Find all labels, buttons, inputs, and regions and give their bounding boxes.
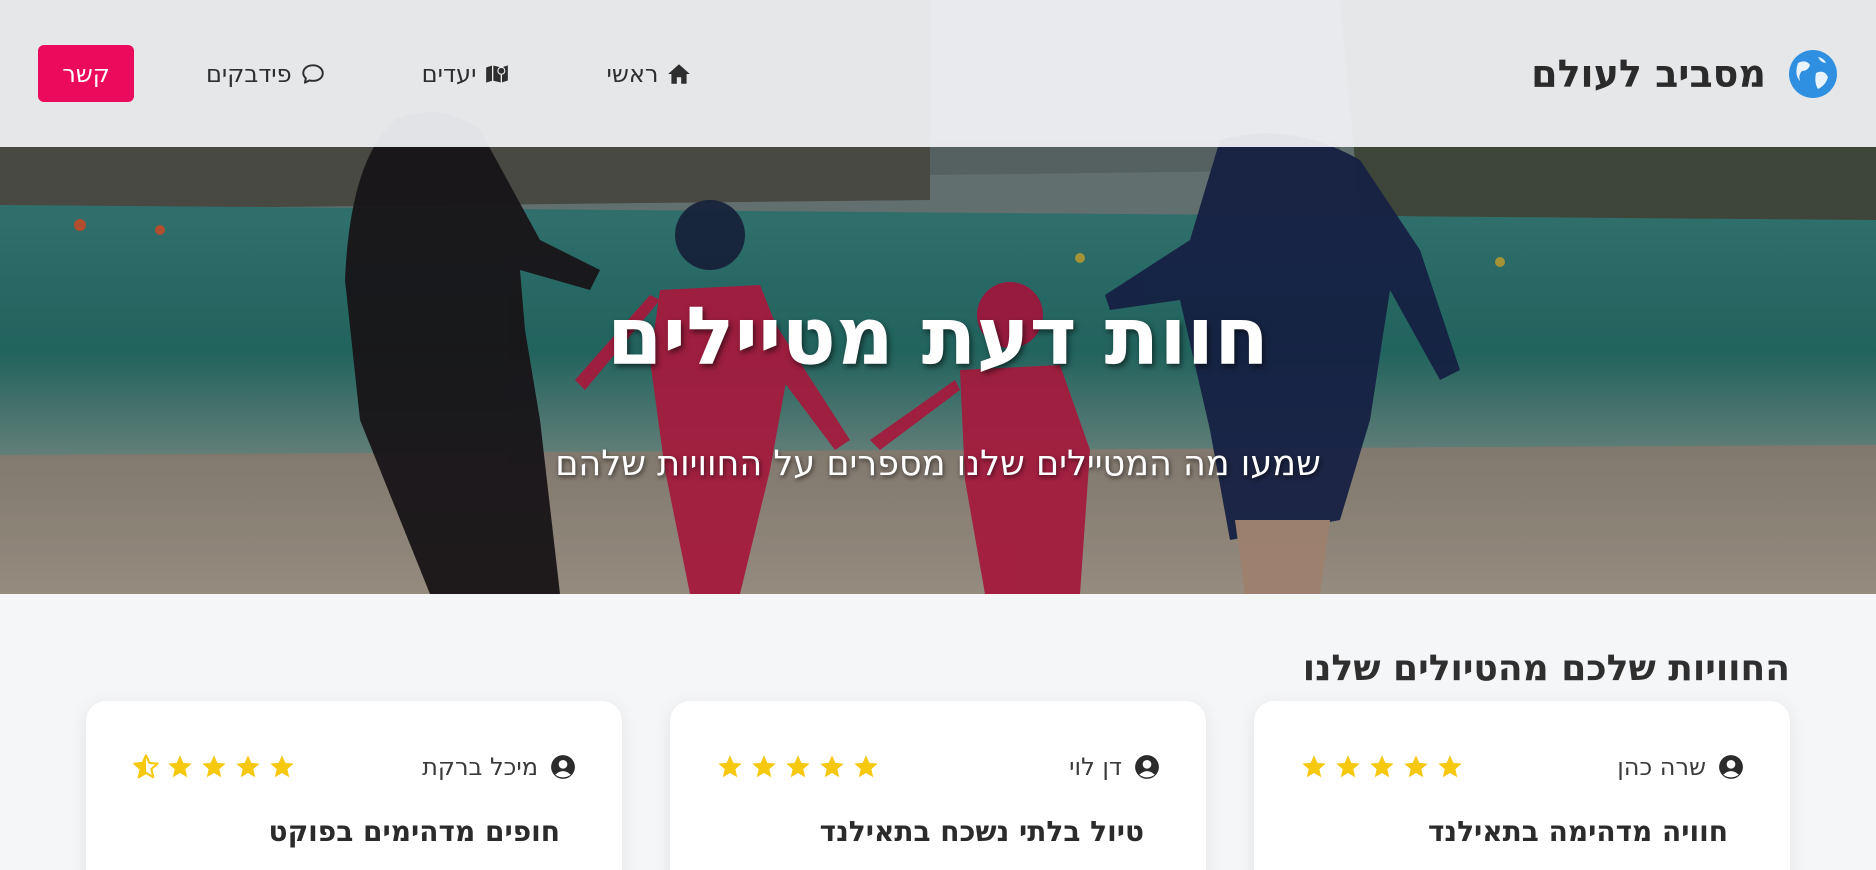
star-icon xyxy=(752,755,776,778)
star-icon xyxy=(236,755,260,778)
star-icon xyxy=(1370,755,1394,778)
star-icon xyxy=(202,755,226,778)
review-card[interactable]: מיכל ברקת חופים מדהימים בפוקט xyxy=(86,701,622,870)
home-icon xyxy=(668,63,691,84)
review-title: חופים מדהימים בפוקט xyxy=(268,815,560,848)
nav-link-home[interactable]: ראשי xyxy=(606,60,692,88)
navbar: קשר פידבקים יעדים ראשי מסביב לעולם xyxy=(0,0,1876,147)
reviews-section-title: החוויות שלכם מהטיולים שלנו xyxy=(1302,648,1790,689)
hero-title: חוות דעת מטיילים xyxy=(606,290,1270,383)
globe-icon xyxy=(1789,49,1837,98)
star-icon xyxy=(168,755,192,778)
nav-link-home-label: ראשי xyxy=(606,59,659,88)
star-icon xyxy=(854,755,878,778)
review-author: מיכל ברקת xyxy=(422,753,576,781)
star-icon xyxy=(1336,755,1360,778)
user-circle-icon xyxy=(551,755,575,779)
review-author-name: מיכל ברקת xyxy=(422,753,538,781)
brand[interactable]: מסביב לעולם xyxy=(1531,49,1838,99)
review-title: טיול בלתי נשכח בתאילנד xyxy=(819,815,1144,848)
nav-link-destinations-label: יעדים xyxy=(421,59,477,88)
review-title: חוויה מדהימה בתאילנד xyxy=(1427,815,1728,848)
star-icon xyxy=(786,755,810,778)
star-half-icon xyxy=(133,754,159,779)
star-rating xyxy=(1300,753,1464,781)
star-icon xyxy=(1404,755,1428,778)
star-icon xyxy=(1438,755,1462,778)
review-card[interactable]: שרה כהן חוויה מדהימה בתאילנד xyxy=(1254,701,1790,870)
star-rating xyxy=(716,753,880,781)
star-rating xyxy=(132,753,296,781)
review-author: דן לוי xyxy=(1069,753,1160,781)
star-icon xyxy=(1302,755,1326,778)
star-icon xyxy=(718,755,742,778)
comment-icon xyxy=(301,63,324,84)
star-icon xyxy=(820,755,844,778)
review-author-name: שרה כהן xyxy=(1617,753,1706,781)
nav-link-feedback-label: פידבקים xyxy=(206,59,292,88)
user-circle-icon xyxy=(1135,755,1159,779)
brand-name: מסביב לעולם xyxy=(1531,51,1766,96)
user-circle-icon xyxy=(1719,755,1743,779)
star-icon xyxy=(270,755,294,778)
review-card[interactable]: דן לוי טיול בלתי נשכח בתאילנד xyxy=(670,701,1206,870)
nav-link-feedback[interactable]: פידבקים xyxy=(206,60,326,88)
review-author: שרה כהן xyxy=(1617,753,1744,781)
nav-link-destinations[interactable]: יעדים xyxy=(422,60,511,88)
map-icon xyxy=(486,64,509,83)
hero-subtitle: שמעו מה המטיילים שלנו מספרים על החוויות … xyxy=(555,444,1321,484)
contact-button[interactable]: קשר xyxy=(38,45,134,102)
review-author-name: דן לוי xyxy=(1069,753,1122,781)
